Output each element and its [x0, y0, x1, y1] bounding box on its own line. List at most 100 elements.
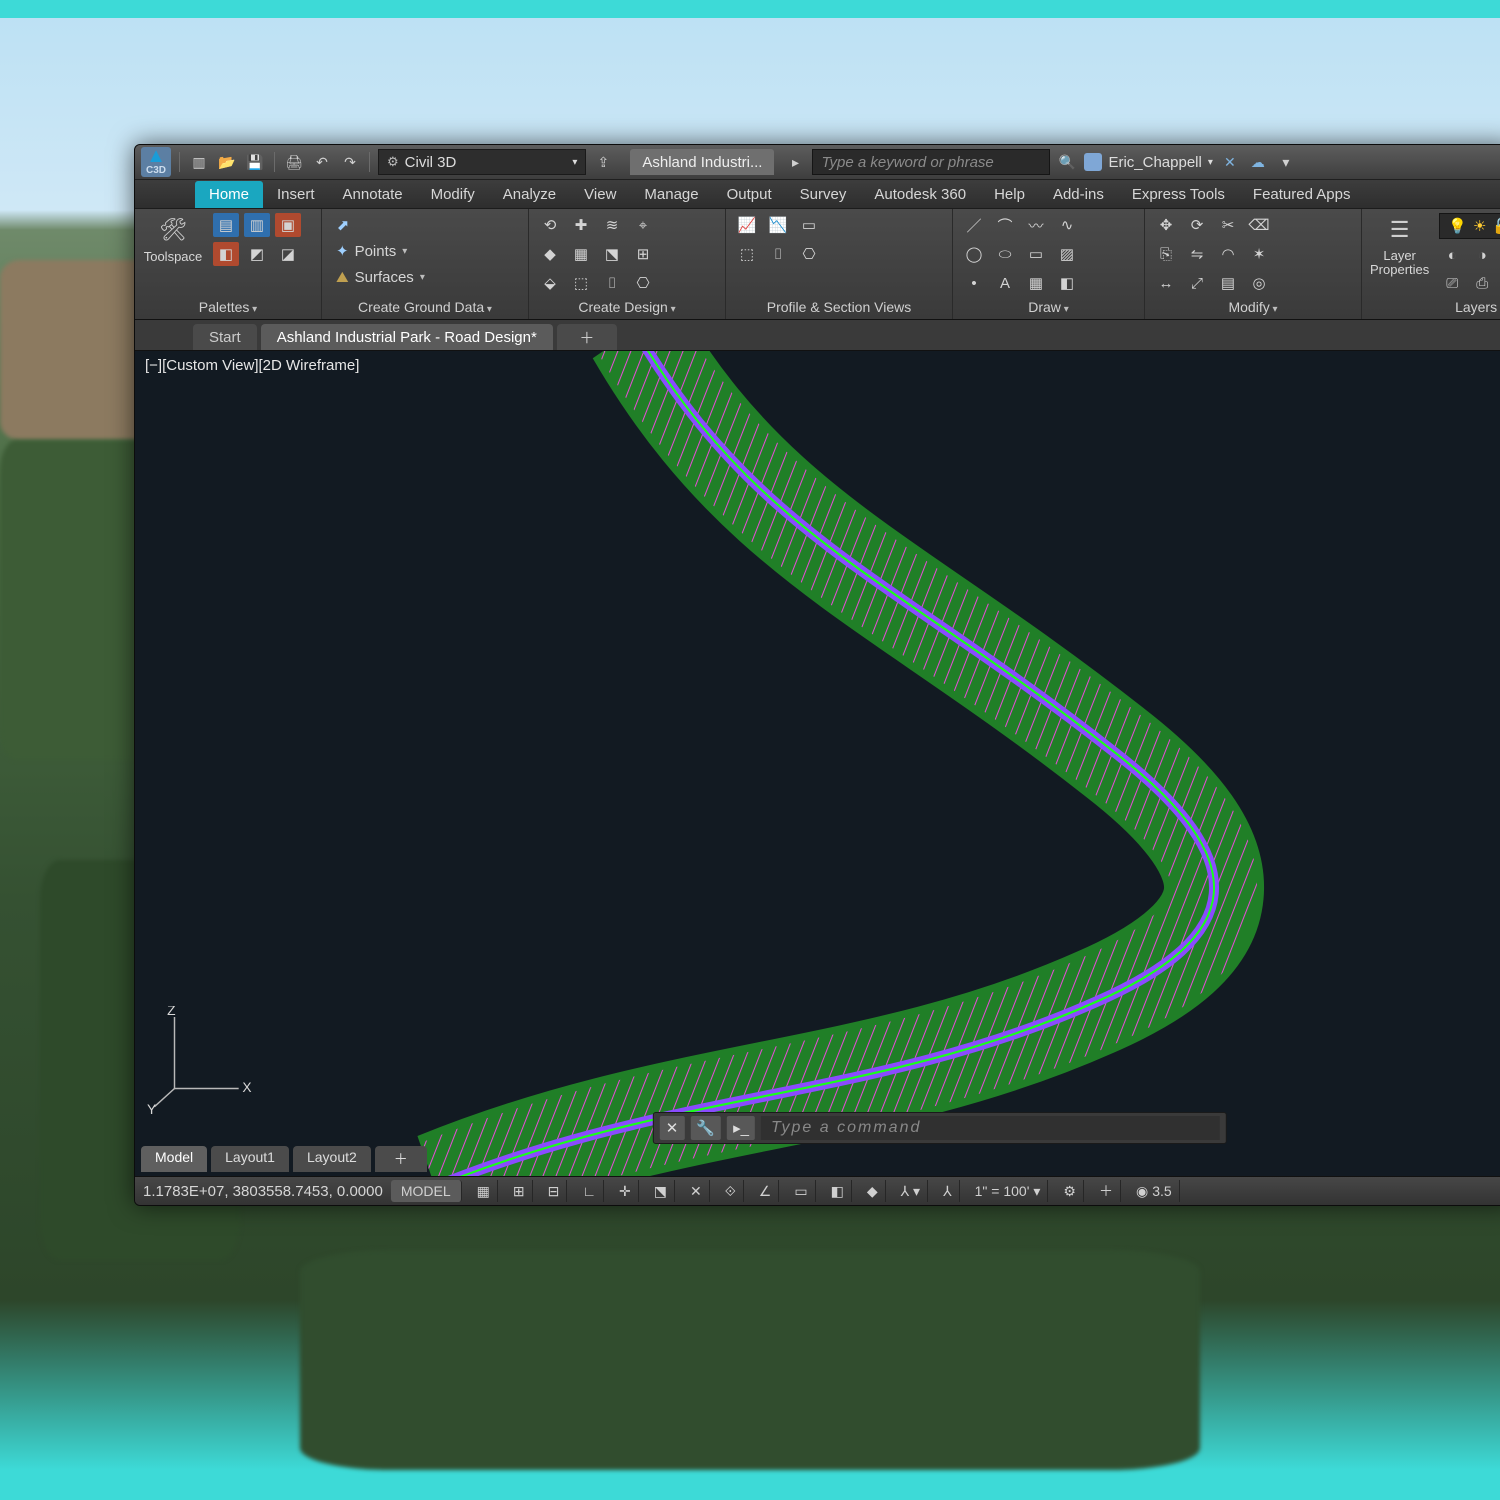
- open-icon[interactable]: 📂: [216, 151, 238, 173]
- design-btn-2[interactable]: ✚: [568, 213, 594, 237]
- ground-import-icon[interactable]: ⬈: [330, 213, 356, 237]
- move-icon[interactable]: ✥: [1153, 213, 1179, 237]
- palette-btn-3[interactable]: ▣: [275, 213, 301, 237]
- profile-btn-6[interactable]: ⎔: [796, 242, 822, 266]
- layout-tab-layout1[interactable]: Layout1: [211, 1146, 289, 1172]
- current-layer-selector[interactable]: 💡 ☀ 🔓 C-ANNO: [1439, 213, 1500, 239]
- mirror-icon[interactable]: ⇋: [1184, 242, 1210, 266]
- array-icon[interactable]: ▤: [1215, 271, 1241, 295]
- panel-title-palettes[interactable]: Palettes: [199, 299, 257, 315]
- hardware-accel-icon[interactable]: ◉ 3.5: [1129, 1180, 1180, 1202]
- rect-icon[interactable]: ▭: [1023, 242, 1049, 266]
- surfaces-dropdown[interactable]: ⛰Surfaces: [330, 265, 431, 289]
- scale-label[interactable]: 1" = 100' ▾: [968, 1180, 1049, 1202]
- isoplane-icon[interactable]: ⬔: [647, 1180, 675, 1202]
- panel-title-ground[interactable]: Create Ground Data: [358, 299, 492, 315]
- palette-btn-2[interactable]: ▥: [244, 213, 270, 237]
- grid-icon[interactable]: ▦: [470, 1180, 498, 1202]
- ortho-icon[interactable]: ∟: [575, 1180, 604, 1202]
- panel-title-draw[interactable]: Draw: [1028, 299, 1068, 315]
- tab-output[interactable]: Output: [713, 181, 786, 208]
- save-icon[interactable]: 💾: [244, 151, 266, 173]
- workspace-selector[interactable]: ⚙ Civil 3D ▾: [378, 149, 586, 175]
- erase-icon[interactable]: ⌫: [1246, 213, 1272, 237]
- design-btn-8[interactable]: ⊞: [630, 242, 656, 266]
- tab-expresstools[interactable]: Express Tools: [1118, 181, 1239, 208]
- palette-btn-4[interactable]: ◧: [213, 242, 239, 266]
- app-logo[interactable]: C3D: [141, 147, 171, 177]
- snap-icon[interactable]: ⊞: [506, 1180, 533, 1202]
- search-go-icon[interactable]: ▸: [784, 151, 806, 173]
- design-btn-3[interactable]: ≋: [599, 213, 625, 237]
- status-space[interactable]: MODEL: [391, 1180, 462, 1202]
- profile-btn-5[interactable]: ⌷: [765, 242, 791, 266]
- ann-monitor-icon[interactable]: ＋: [1092, 1180, 1121, 1202]
- design-btn-1[interactable]: ⟲: [537, 213, 563, 237]
- block-icon[interactable]: ◧: [1054, 271, 1080, 295]
- palette-btn-6[interactable]: ◪: [275, 242, 301, 266]
- 3dosnap-icon[interactable]: ⟐: [718, 1180, 744, 1202]
- tab-analyze[interactable]: Analyze: [489, 181, 570, 208]
- fillet-icon[interactable]: ◠: [1215, 242, 1241, 266]
- explode-icon[interactable]: ✶: [1246, 242, 1272, 266]
- command-customize-icon[interactable]: 🔧: [690, 1116, 721, 1140]
- print-icon[interactable]: 🖨: [283, 151, 305, 173]
- circle-icon[interactable]: ◯: [961, 242, 987, 266]
- title-document-tab[interactable]: Ashland Industri...: [630, 149, 774, 175]
- scale-icon[interactable]: ⤢: [1184, 271, 1210, 295]
- text-icon[interactable]: A: [992, 271, 1018, 295]
- toolspace-button[interactable]: 🛠 Toolspace: [143, 213, 203, 264]
- rotate-icon[interactable]: ⟳: [1184, 213, 1210, 237]
- user-chip[interactable]: Eric_Chappell ▾: [1084, 153, 1212, 171]
- doc-tab-active[interactable]: Ashland Industrial Park - Road Design*: [261, 324, 553, 350]
- ucs-triad[interactable]: X Z Y: [147, 1006, 257, 1116]
- panel-title-modify[interactable]: Modify: [1228, 299, 1277, 315]
- design-btn-11[interactable]: ⌷: [599, 271, 625, 295]
- offset-icon[interactable]: ◎: [1246, 271, 1272, 295]
- tab-autodesk360[interactable]: Autodesk 360: [860, 181, 980, 208]
- palette-btn-5[interactable]: ◩: [244, 242, 270, 266]
- tab-modify[interactable]: Modify: [417, 181, 489, 208]
- layer-btn-2[interactable]: ◑: [1469, 243, 1495, 267]
- palette-btn-1[interactable]: ▤: [213, 213, 239, 237]
- doc-tab-add[interactable]: ＋: [557, 324, 617, 350]
- hatch-icon[interactable]: ▨: [1054, 242, 1080, 266]
- tab-featuredapps[interactable]: Featured Apps: [1239, 181, 1365, 208]
- tab-home[interactable]: Home: [195, 181, 263, 208]
- search-input[interactable]: Type a keyword or phrase: [812, 149, 1050, 175]
- points-dropdown[interactable]: ✦Points: [330, 239, 431, 263]
- layout-tab-layout2[interactable]: Layout2: [293, 1146, 371, 1172]
- layer-properties-button[interactable]: ☰ Layer Properties: [1370, 213, 1429, 278]
- layout-tab-add[interactable]: ＋: [375, 1146, 427, 1172]
- line-icon[interactable]: ／: [961, 213, 987, 237]
- workspace-switch-icon[interactable]: ⚙: [1056, 1180, 1084, 1202]
- transparency-icon[interactable]: ◧: [824, 1180, 852, 1202]
- design-btn-7[interactable]: ⬔: [599, 242, 625, 266]
- tab-insert[interactable]: Insert: [263, 181, 329, 208]
- annoauto-icon[interactable]: ⅄: [936, 1180, 960, 1202]
- new-icon[interactable]: ▥: [188, 151, 210, 173]
- command-close-icon[interactable]: ✕: [660, 1116, 685, 1140]
- ellipse-icon[interactable]: ⬭: [992, 242, 1018, 266]
- osnap-icon[interactable]: ✕: [683, 1180, 710, 1202]
- selection-cycling-icon[interactable]: ◆: [860, 1180, 886, 1202]
- polyline-icon[interactable]: 〰: [1023, 213, 1049, 237]
- design-btn-5[interactable]: ◆: [537, 242, 563, 266]
- design-btn-6[interactable]: ▦: [568, 242, 594, 266]
- drawing-canvas[interactable]: [−][Custom View][2D Wireframe]: [135, 351, 1500, 1176]
- design-btn-10[interactable]: ⬚: [568, 271, 594, 295]
- cloud-icon[interactable]: ☁: [1247, 151, 1269, 173]
- arc-icon[interactable]: ⌒: [992, 213, 1018, 237]
- doc-tab-start[interactable]: Start: [193, 324, 257, 350]
- panel-title-design[interactable]: Create Design: [578, 299, 675, 315]
- point-icon[interactable]: •: [961, 271, 987, 295]
- exchange-icon[interactable]: ✕: [1219, 151, 1241, 173]
- stretch-icon[interactable]: ↔: [1153, 271, 1179, 295]
- trim-icon[interactable]: ✂: [1215, 213, 1241, 237]
- tab-manage[interactable]: Manage: [630, 181, 712, 208]
- workspace-share-icon[interactable]: ⇪: [592, 151, 614, 173]
- design-btn-4[interactable]: ⌖: [630, 213, 656, 237]
- command-recent-icon[interactable]: ▸_: [727, 1116, 755, 1140]
- tab-annotate[interactable]: Annotate: [329, 181, 417, 208]
- panel-title-profile[interactable]: Profile & Section Views: [767, 299, 911, 315]
